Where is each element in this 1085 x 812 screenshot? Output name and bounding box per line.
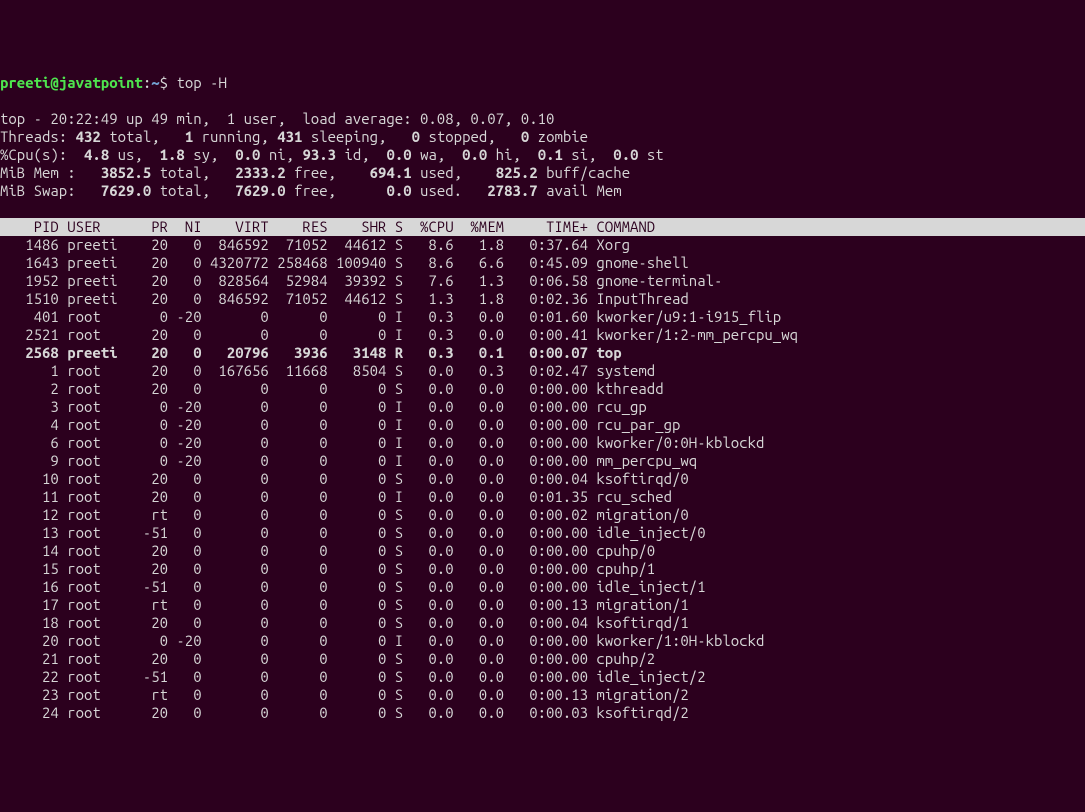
- process-row: 2521 root 20 0 0 0 0 I 0.3 0.0 0:00.41 k…: [0, 326, 798, 343]
- process-row: 14 root 20 0 0 0 0 S 0.0 0.0 0:00.00 cpu…: [0, 542, 655, 559]
- process-row: 4 root 0 -20 0 0 0 I 0.0 0.0 0:00.00 rcu…: [0, 416, 680, 433]
- process-row: 401 root 0 -20 0 0 0 I 0.3 0.0 0:01.60 k…: [0, 308, 781, 325]
- process-row: 15 root 20 0 0 0 0 S 0.0 0.0 0:00.00 cpu…: [0, 560, 655, 577]
- command-text: top -H: [176, 74, 226, 91]
- process-row: 23 root rt 0 0 0 0 S 0.0 0.0 0:00.13 mig…: [0, 686, 689, 703]
- mem-line: MiB Mem : 3852.5 total, 2333.2 free, 694…: [0, 164, 630, 181]
- process-row: 11 root 20 0 0 0 0 I 0.0 0.0 0:01.35 rcu…: [0, 488, 672, 505]
- prompt-path: ~: [151, 74, 159, 91]
- process-row: 18 root 20 0 0 0 0 S 0.0 0.0 0:00.04 kso…: [0, 614, 689, 631]
- terminal[interactable]: preeti@javatpoint:~$ top -H top - 20:22:…: [0, 74, 1085, 722]
- process-row: 22 root -51 0 0 0 0 S 0.0 0.0 0:00.00 id…: [0, 668, 706, 685]
- process-row: 16 root -51 0 0 0 0 S 0.0 0.0 0:00.00 id…: [0, 578, 706, 595]
- process-row: 1486 preeti 20 0 846592 71052 44612 S 8.…: [0, 236, 630, 253]
- process-header: PID USER PR NI VIRT RES SHR S %CPU %MEM …: [0, 218, 1085, 236]
- swap-line: MiB Swap: 7629.0 total, 7629.0 free, 0.0…: [0, 182, 622, 199]
- process-row: 21 root 20 0 0 0 0 S 0.0 0.0 0:00.00 cpu…: [0, 650, 655, 667]
- process-row: 10 root 20 0 0 0 0 S 0.0 0.0 0:00.04 kso…: [0, 470, 689, 487]
- process-row: 12 root rt 0 0 0 0 S 0.0 0.0 0:00.02 mig…: [0, 506, 689, 523]
- process-row: 2 root 20 0 0 0 0 S 0.0 0.0 0:00.00 kthr…: [0, 380, 664, 397]
- process-row: 1952 preeti 20 0 828564 52984 39392 S 7.…: [0, 272, 722, 289]
- process-list: 1486 preeti 20 0 846592 71052 44612 S 8.…: [0, 236, 1085, 722]
- process-row: 1510 preeti 20 0 846592 71052 44612 S 1.…: [0, 290, 689, 307]
- process-row: 1643 preeti 20 0 4320772 258468 100940 S…: [0, 254, 689, 271]
- prompt-dollar: $: [160, 74, 177, 91]
- process-row: 1 root 20 0 167656 11668 8504 S 0.0 0.3 …: [0, 362, 655, 379]
- process-row: 9 root 0 -20 0 0 0 I 0.0 0.0 0:00.00 mm_…: [0, 452, 697, 469]
- process-row: 2568 preeti 20 0 20796 3936 3148 R 0.3 0…: [0, 344, 622, 361]
- prompt-colon: :: [143, 74, 151, 91]
- process-row: 24 root 20 0 0 0 0 S 0.0 0.0 0:00.03 kso…: [0, 704, 689, 721]
- process-row: 20 root 0 -20 0 0 0 I 0.0 0.0 0:00.00 kw…: [0, 632, 764, 649]
- summary-line1: top - 20:22:49 up 49 min, 1 user, load a…: [0, 110, 554, 127]
- process-row: 3 root 0 -20 0 0 0 I 0.0 0.0 0:00.00 rcu…: [0, 398, 647, 415]
- prompt-user: preeti@javatpoint: [0, 74, 143, 91]
- cpu-line: %Cpu(s): 4.8 us, 1.8 sy, 0.0 ni, 93.3 id…: [0, 146, 664, 163]
- threads-line: Threads: 432 total, 1 running, 431 sleep…: [0, 128, 588, 145]
- process-row: 6 root 0 -20 0 0 0 I 0.0 0.0 0:00.00 kwo…: [0, 434, 764, 451]
- process-row: 13 root -51 0 0 0 0 S 0.0 0.0 0:00.00 id…: [0, 524, 706, 541]
- process-row: 17 root rt 0 0 0 0 S 0.0 0.0 0:00.13 mig…: [0, 596, 689, 613]
